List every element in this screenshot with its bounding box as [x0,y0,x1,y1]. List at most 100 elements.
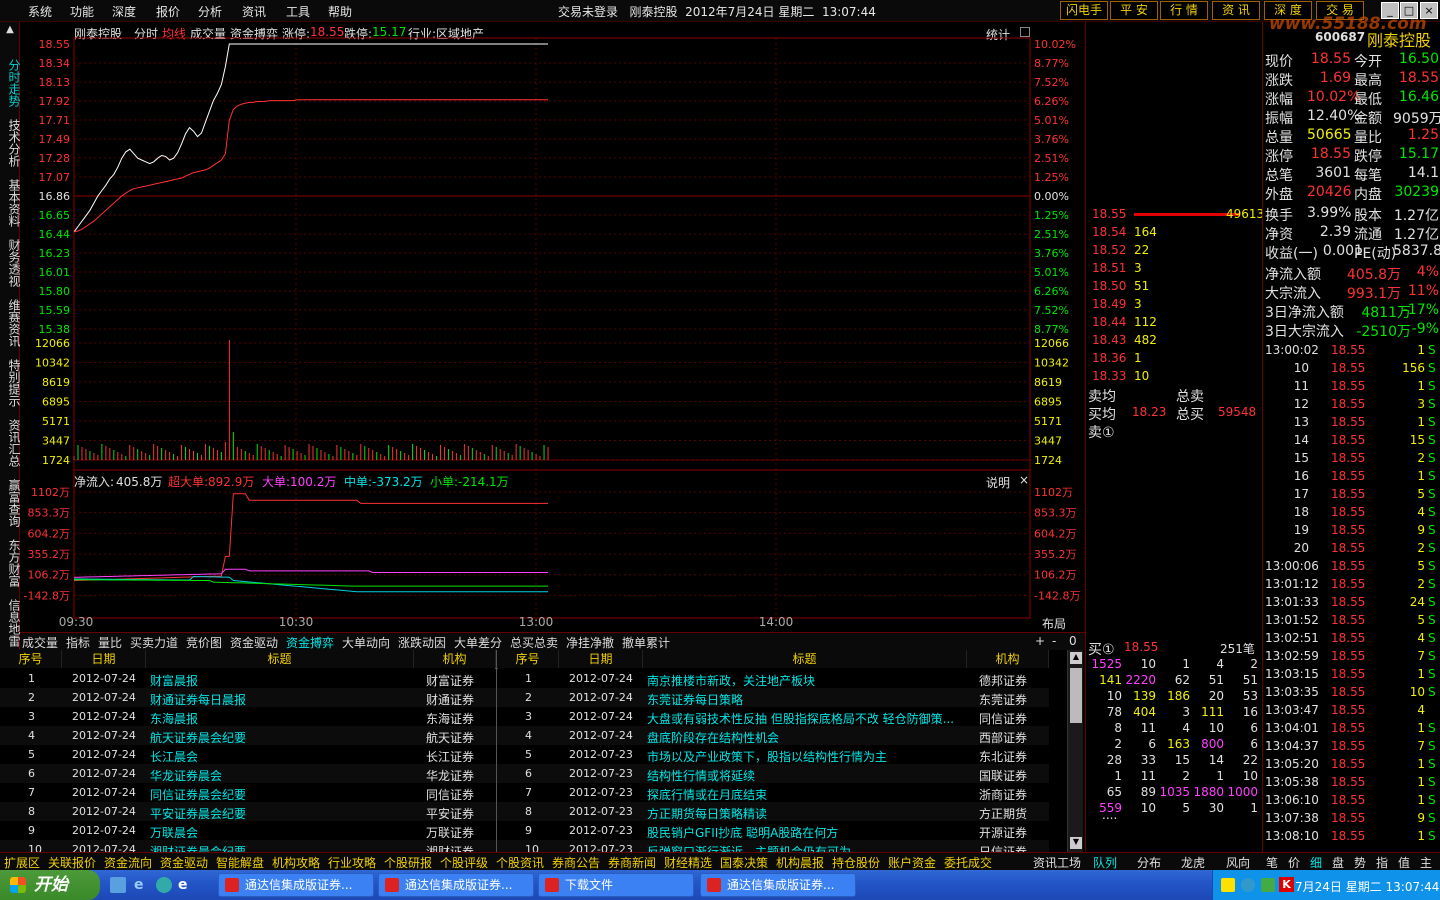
menu-item-5[interactable]: 资讯 [242,3,266,20]
menu-item-2[interactable]: 深度 [112,3,136,20]
orderbook-level[interactable]: 18.51 3 [1086,259,1263,277]
bottom-item-11[interactable]: 券商新闻 [608,854,656,871]
sub-tab-1[interactable]: 指标 [66,634,90,651]
bottom-item-16[interactable]: 账户资金 [888,854,936,871]
news-row[interactable]: 3 2012-07-24 东海晨报 东海证券 [0,707,496,726]
news-row[interactable]: 9 2012-07-23 股民销户GFII抄底 聪明A股路在何方 开源证券 [497,821,1049,840]
sub-tab-4[interactable]: 竞价图 [186,634,222,651]
bottom-item-14[interactable]: 机构晨报 [776,854,824,871]
news-header-序号[interactable]: 序号 [0,650,62,668]
bottom-item-9[interactable]: 个股资讯 [496,854,544,871]
right-button-3[interactable]: 资 讯 [1212,1,1260,20]
news-title[interactable]: 探底行情或在月底结束 [647,786,967,803]
sub-tab-10[interactable]: 总买总卖 [510,634,558,651]
quicklaunch-icon-4[interactable]: e [178,877,194,893]
bottom-right-10[interactable]: 指 [1376,854,1388,871]
sub-tab-8[interactable]: 涨跌动因 [398,634,446,651]
bottom-item-10[interactable]: 券商公告 [552,854,600,871]
news-header-标题[interactable]: 标题 [643,650,967,668]
orderbook-level[interactable]: 18.36 1 [1086,349,1263,367]
sub-tab-12[interactable]: 撤单累计 [622,634,670,651]
orderbook-level[interactable]: 18.52 22 [1086,241,1263,259]
sub-tab-0[interactable]: 成交量 [22,634,58,651]
menu-item-6[interactable]: 工具 [286,3,310,20]
menu-item-4[interactable]: 分析 [198,3,222,20]
orderbook-level[interactable]: 18.43 482 [1086,331,1263,349]
menu-item-1[interactable]: 功能 [70,3,94,20]
news-title[interactable]: 大盘或有弱技术性反抽 但股指探底格局不改 轻仓防御策... [647,710,967,727]
news-row[interactable]: 7 2012-07-24 同信证券晨会纪要 同信证券 [0,783,496,802]
menu-item-0[interactable]: 系统 [28,3,52,20]
bottom-item-6[interactable]: 行业攻略 [328,854,376,871]
scroll-thumb[interactable] [1070,668,1082,723]
news-title[interactable]: 万联晨会 [150,824,414,841]
news-row[interactable]: 8 2012-07-24 平安证券晨会纪要 平安证券 [0,802,496,821]
tab-add-icon[interactable]: + [1035,634,1045,648]
bottom-item-7[interactable]: 个股研报 [384,854,432,871]
quicklaunch-ie-icon[interactable]: e [134,877,150,893]
tray-icon-2[interactable] [1241,878,1255,892]
bottom-right-8[interactable]: 盘 [1332,854,1344,871]
news-row[interactable]: 1 2012-07-24 财富晨报 财富证券 [0,669,496,688]
news-row[interactable]: 5 2012-07-24 长江晨会 长江证券 [0,745,496,764]
news-row[interactable]: 4 2012-07-24 航天证券晨会纪要 航天证券 [0,726,496,745]
right-button-0[interactable]: 闪电手 [1060,1,1108,20]
news-scrollbar[interactable]: ▲ ▼ [1067,650,1083,852]
news-row[interactable]: 5 2012-07-23 市场以及产业政策下，股指以结构性行情为主 东北证券 [497,745,1049,764]
quicklaunch-icon-3[interactable] [156,877,172,893]
bottom-item-12[interactable]: 财经精选 [664,854,712,871]
bottom-item-13[interactable]: 国泰决策 [720,854,768,871]
tab-zero-icon[interactable]: 0 [1069,634,1077,648]
scroll-down-icon[interactable]: ▼ [1070,837,1082,849]
bottom-item-3[interactable]: 资金驱动 [160,854,208,871]
news-row[interactable]: 2 2012-07-24 财通证券每日晨报 财通证券 [0,688,496,707]
bottom-right-1[interactable]: 队列 [1093,854,1117,871]
left-tab-9[interactable]: 信息地雷 [0,594,21,652]
sub-tab-9[interactable]: 大单差分 [454,634,502,651]
news-title[interactable]: 南京推楼市新政，关注地产板块 [647,672,967,689]
bottom-right-6[interactable]: 价 [1288,854,1300,871]
news-title[interactable]: 东海晨报 [150,710,414,727]
news-header-机构[interactable]: 机构 [967,650,1049,668]
bottom-right-9[interactable]: 势 [1354,854,1366,871]
news-row[interactable]: 6 2012-07-24 华龙证券晨会 华龙证券 [0,764,496,783]
bottom-item-8[interactable]: 个股评级 [440,854,488,871]
bottom-item-0[interactable]: 扩展区 [4,854,40,871]
left-tab-7[interactable]: 赢富查询 [0,474,21,532]
news-title[interactable]: 财富晨报 [150,672,414,689]
right-button-1[interactable]: 平 安 [1110,1,1158,20]
orderbook-level[interactable]: 18.49 3 [1086,295,1263,313]
left-tab-2[interactable]: 基本资料 [0,174,21,232]
news-header-日期[interactable]: 日期 [62,650,146,668]
sub-tab-6[interactable]: 资金搏弈 [286,634,334,651]
left-tab-1[interactable]: 技术分析 [0,114,21,172]
news-row[interactable]: 8 2012-07-23 方正期货每日策略精读 方正期货 [497,802,1049,821]
news-title[interactable]: 东莞证券每日策略 [647,691,967,708]
start-button[interactable]: 开始 [0,870,100,900]
bottom-right-2[interactable]: 分布 [1137,854,1161,871]
orderbook-level[interactable]: 18.50 51 [1086,277,1263,295]
orderbook-level[interactable]: 18.54 164 [1086,223,1263,241]
bottom-item-5[interactable]: 机构攻略 [272,854,320,871]
bottom-right-4[interactable]: 风向 [1226,854,1250,871]
news-title[interactable]: 结构性行情或将延续 [647,767,967,784]
news-title[interactable]: 盘底阶段存在结构性机会 [647,729,967,746]
sub-tab-3[interactable]: 买卖力道 [130,634,178,651]
tray-icon-1[interactable] [1221,878,1235,892]
sub-tab-2[interactable]: 量比 [98,634,122,651]
bottom-right-11[interactable]: 值 [1398,854,1410,871]
news-title[interactable]: 方正期货每日策略精读 [647,805,967,822]
tray-k-icon[interactable]: K [1279,877,1294,892]
bottom-item-4[interactable]: 智能解盘 [216,854,264,871]
sub-tab-5[interactable]: 资金驱动 [230,634,278,651]
news-title[interactable]: 华龙证券晨会 [150,767,414,784]
news-row[interactable]: 2 2012-07-24 东莞证券每日策略 东莞证券 [497,688,1049,707]
news-header-标题[interactable]: 标题 [146,650,414,668]
sub-tab-11[interactable]: 净挂净撤 [566,634,614,651]
left-tab-6[interactable]: 资讯汇总 [0,414,21,472]
news-row[interactable]: 9 2012-07-24 万联晨会 万联证券 [0,821,496,840]
news-row[interactable]: 4 2012-07-24 盘底阶段存在结构性机会 西部证券 [497,726,1049,745]
right-button-2[interactable]: 行 情 [1160,1,1208,20]
left-tab-3[interactable]: 财务透视 [0,234,21,292]
news-row[interactable]: 7 2012-07-23 探底行情或在月底结束 浙商证券 [497,783,1049,802]
